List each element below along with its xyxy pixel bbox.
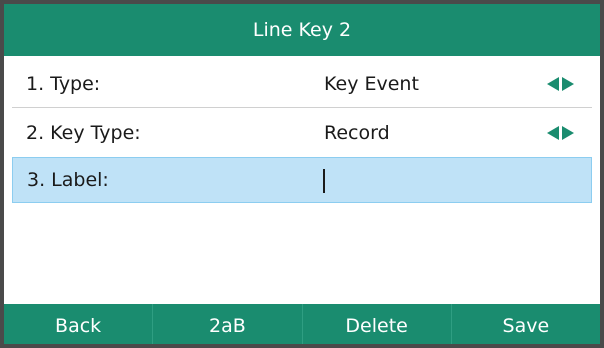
setting-row-type[interactable]: 1. Type: Key Event bbox=[12, 60, 592, 108]
setting-row-label[interactable]: 3. Label: bbox=[12, 157, 592, 203]
phone-screen: Line Key 2 1. Type: Key Event 2. Key Typ… bbox=[0, 0, 604, 348]
setting-row-key-type[interactable]: 2. Key Type: Record bbox=[12, 109, 592, 157]
softkey-bar: Back 2aB Delete Save bbox=[4, 304, 600, 344]
left-arrow-icon[interactable] bbox=[547, 126, 559, 140]
left-arrow-icon[interactable] bbox=[547, 76, 559, 91]
back-softkey[interactable]: Back bbox=[4, 304, 154, 344]
save-softkey[interactable]: Save bbox=[452, 304, 600, 344]
right-arrow-icon[interactable] bbox=[562, 126, 574, 140]
setting-label-key-type: 2. Key Type: bbox=[26, 122, 141, 144]
setting-label-type: 1. Type: bbox=[26, 72, 101, 95]
text-cursor bbox=[323, 169, 325, 193]
input-mode-softkey[interactable]: 2aB bbox=[153, 304, 303, 344]
value-switch-arrows[interactable] bbox=[547, 109, 574, 157]
setting-value-key-type: Record bbox=[324, 122, 390, 144]
setting-value-type: Key Event bbox=[324, 72, 419, 95]
value-switch-arrows[interactable] bbox=[547, 60, 574, 107]
delete-softkey[interactable]: Delete bbox=[303, 304, 452, 344]
setting-label-label: 3. Label: bbox=[27, 169, 109, 191]
page-title: Line Key 2 bbox=[4, 4, 600, 56]
right-arrow-icon[interactable] bbox=[562, 76, 574, 91]
